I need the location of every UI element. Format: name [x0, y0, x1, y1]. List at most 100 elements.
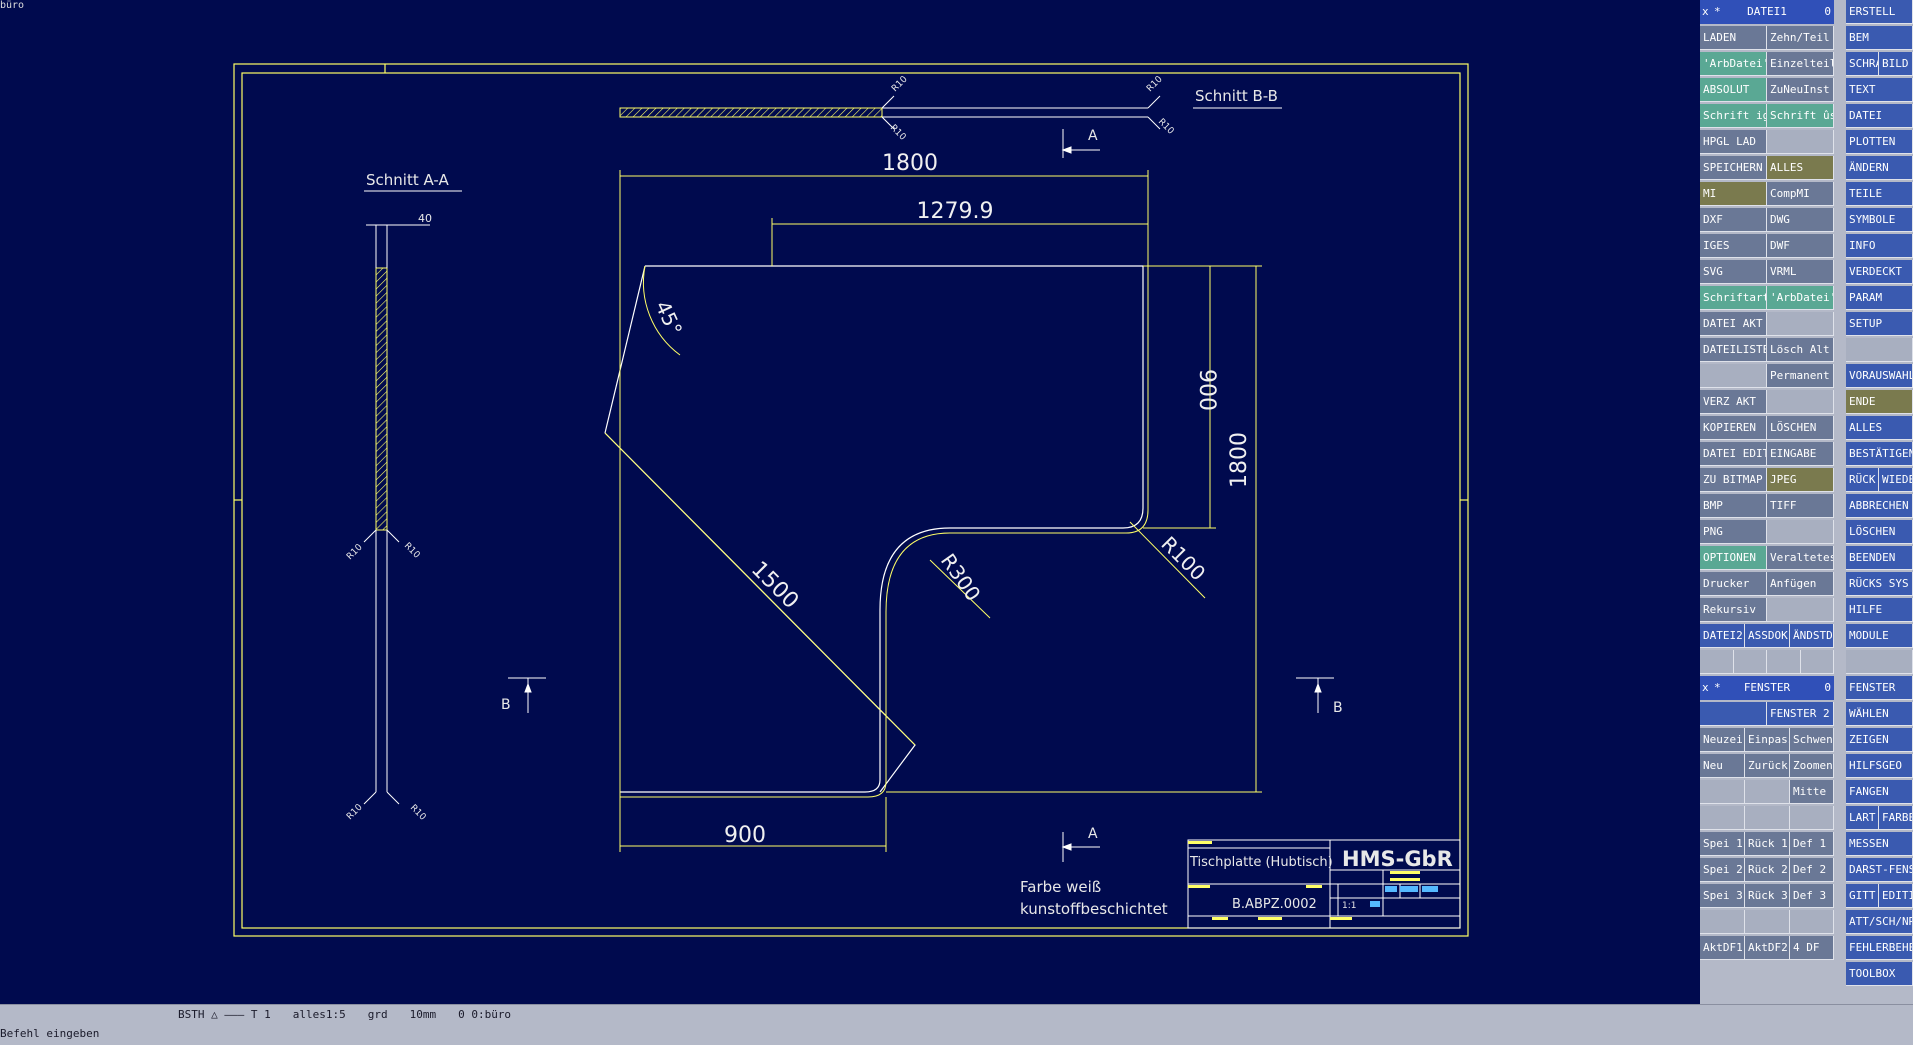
menu-button-param[interactable]: PARAM: [1846, 286, 1913, 310]
menu-button-abbrechen[interactable]: ABBRECHEN: [1846, 494, 1913, 518]
menu-button-toolbox[interactable]: TOOLBOX: [1846, 962, 1913, 986]
menu-button-schra[interactable]: SCHRA: [1846, 52, 1879, 76]
menu-button-arbdatei[interactable]: 'ArbDatei': [1700, 52, 1767, 76]
menu-button-zeigen[interactable]: ZEIGEN: [1846, 728, 1913, 752]
menu-button-absolut[interactable]: ABSOLUT: [1700, 78, 1767, 102]
menu-button-lart[interactable]: LART: [1846, 806, 1879, 830]
menu-button-compmi[interactable]: CompMI: [1767, 182, 1834, 206]
menu-button-gitt[interactable]: GITT: [1846, 884, 1879, 908]
datei1-menu-header[interactable]: x * DATEI1 0: [1700, 0, 1834, 24]
menu-button-ende[interactable]: ENDE: [1846, 390, 1913, 414]
menu-button-zu-bitmap[interactable]: ZU BITMAP: [1700, 468, 1767, 492]
menu-button-eingabe[interactable]: EINGABE: [1767, 442, 1834, 466]
menu-button-mitte[interactable]: Mitte: [1790, 780, 1834, 804]
drawing-canvas[interactable]: R10 R10 R10 R10 Schnitt B-B Schnitt A-A …: [0, 0, 1700, 1004]
menu-button-fenster-2[interactable]: FENSTER 2: [1767, 702, 1834, 726]
menu-button-vorauswahl[interactable]: VORAUSWAHL: [1846, 364, 1913, 388]
menu-button-schriftart[interactable]: Schriftart: [1700, 286, 1767, 310]
menu-button-hilfe[interactable]: HILFE: [1846, 598, 1913, 622]
menu-button-farbe[interactable]: FARBE: [1879, 806, 1913, 830]
menu-button-zuneuinst[interactable]: ZuNeuInst: [1767, 78, 1834, 102]
menu-button-info[interactable]: INFO: [1846, 234, 1913, 258]
menu-button-datei-akt[interactable]: DATEI AKT: [1700, 312, 1767, 336]
menu-button-optionen[interactable]: OPTIONEN: [1700, 546, 1767, 570]
menu-button-dwg[interactable]: DWG: [1767, 208, 1834, 232]
menu-button-löschen[interactable]: LÖSCHEN: [1767, 416, 1834, 440]
menu-button-dateiliste[interactable]: DATEILISTE: [1700, 338, 1767, 362]
menu-button-schrift-s[interactable]: Schrift ûs: [1767, 104, 1834, 128]
menu-button-png[interactable]: PNG: [1700, 520, 1767, 544]
menu-button-wiede[interactable]: WIEDE: [1879, 468, 1913, 492]
fenster-menu-header[interactable]: x * FENSTER 0: [1700, 676, 1834, 700]
menu-button-einpass[interactable]: Einpass: [1745, 728, 1790, 752]
menu-button-teile[interactable]: TEILE: [1846, 182, 1913, 206]
menu-button-ändern[interactable]: ÄNDERN: [1846, 156, 1913, 180]
menu-button-bild[interactable]: BILD: [1879, 52, 1913, 76]
menu-button-att-sch-nr[interactable]: ATT/SCH/NR: [1846, 910, 1913, 934]
menu-button-schrift-ig[interactable]: Schrift ig: [1700, 104, 1767, 128]
menu-button-anfügen[interactable]: Anfügen: [1767, 572, 1834, 596]
cad-drawing[interactable]: R10 R10 R10 R10 Schnitt B-B Schnitt A-A …: [0, 0, 1700, 1004]
menu-button-rück[interactable]: RÜCK: [1846, 468, 1879, 492]
menu-button-verdeckt[interactable]: VERDECKT: [1846, 260, 1913, 284]
menu-button-hpgl-lad[interactable]: HPGL LAD: [1700, 130, 1767, 154]
menu-button-dxf[interactable]: DXF: [1700, 208, 1767, 232]
menu-button-dwf[interactable]: DWF: [1767, 234, 1834, 258]
menu-button-arbdatei[interactable]: 'ArbDatei': [1767, 286, 1834, 310]
menu-button-ändstd[interactable]: ÄNDSTD: [1790, 624, 1834, 648]
menu-button-bestätigen[interactable]: BESTÄTIGEN: [1846, 442, 1913, 466]
menu-button-zurück[interactable]: Zurück: [1745, 754, 1790, 778]
menu-button-module[interactable]: MODULE: [1846, 624, 1913, 648]
menu-button-spei-2[interactable]: Spei 2: [1700, 858, 1745, 882]
menu-button-lösch-alt[interactable]: Lösch Alt: [1767, 338, 1834, 362]
menu-button-bem[interactable]: BEM: [1846, 26, 1913, 50]
menu-button-datei2[interactable]: DATEI2: [1700, 624, 1745, 648]
menu-button-permanent[interactable]: Permanent: [1767, 364, 1834, 388]
menu-button-spei-1[interactable]: Spei 1: [1700, 832, 1745, 856]
menu-button-aktdf2[interactable]: AktDF2: [1745, 936, 1790, 960]
menu-button-rück-2[interactable]: Rück 2: [1745, 858, 1790, 882]
menu-button-def-2[interactable]: Def 2: [1790, 858, 1834, 882]
menu-button-plotten[interactable]: PLOTTEN: [1846, 130, 1913, 154]
menu-button-veraltetes[interactable]: Veraltetes: [1767, 546, 1834, 570]
menu-button-editi[interactable]: EDITI: [1879, 884, 1913, 908]
menu-button-löschen[interactable]: LÖSCHEN: [1846, 520, 1913, 544]
menu-button-fehlerbehe[interactable]: FEHLERBEHE: [1846, 936, 1913, 960]
menu-button-text[interactable]: TEXT: [1846, 78, 1913, 102]
menu-button-datei-edit[interactable]: DATEI EDIT: [1700, 442, 1767, 466]
menu-button-bmp[interactable]: BMP: [1700, 494, 1767, 518]
menu-button-4-df[interactable]: 4 DF: [1790, 936, 1834, 960]
menu-button-darst-fens[interactable]: DARST-FENS: [1846, 858, 1913, 882]
menu-button-rück-3[interactable]: Rück 3: [1745, 884, 1790, 908]
menu-button-def-1[interactable]: Def 1: [1790, 832, 1834, 856]
menu-button-svg[interactable]: SVG: [1700, 260, 1767, 284]
menu-button-neu[interactable]: Neu: [1700, 754, 1745, 778]
menu-button-verz-akt[interactable]: VERZ AKT: [1700, 390, 1767, 414]
menu-button-alles[interactable]: ALLES: [1846, 416, 1913, 440]
menu-button-jpeg[interactable]: JPEG: [1767, 468, 1834, 492]
menu-button-spei-3[interactable]: Spei 3: [1700, 884, 1745, 908]
menu-button-drucker[interactable]: Drucker: [1700, 572, 1767, 596]
menu-button-rücks-sys[interactable]: RÜCKS SYS: [1846, 572, 1913, 596]
menu-button-rück-1[interactable]: Rück 1: [1745, 832, 1790, 856]
menu-button-schwen[interactable]: Schwen: [1790, 728, 1834, 752]
menu-button-messen[interactable]: MESSEN: [1846, 832, 1913, 856]
menu-button-wählen[interactable]: WÄHLEN: [1846, 702, 1913, 726]
menu-button-datei[interactable]: DATEI: [1846, 104, 1913, 128]
menu-button-einzelteil[interactable]: Einzelteil: [1767, 52, 1834, 76]
menu-button-def-3[interactable]: Def 3: [1790, 884, 1834, 908]
menu-button-fenster[interactable]: FENSTER: [1846, 676, 1913, 700]
menu-button-iges[interactable]: IGES: [1700, 234, 1767, 258]
menu-button-zehn-teil[interactable]: Zehn/Teil: [1767, 26, 1834, 50]
menu-button-tiff[interactable]: TIFF: [1767, 494, 1834, 518]
menu-button-rekursiv[interactable]: Rekursiv: [1700, 598, 1767, 622]
menu-button-symbole[interactable]: SYMBOLE: [1846, 208, 1913, 232]
menu-button-hilfsgeo[interactable]: HILFSGEO: [1846, 754, 1913, 778]
menu-button-setup[interactable]: SETUP: [1846, 312, 1913, 336]
menu-button-erstell[interactable]: ERSTELL: [1846, 0, 1913, 24]
menu-button-laden[interactable]: LADEN: [1700, 26, 1767, 50]
menu-button-alles[interactable]: ALLES: [1767, 156, 1834, 180]
menu-button-beenden[interactable]: BEENDEN: [1846, 546, 1913, 570]
menu-button-speichern[interactable]: SPEICHERN: [1700, 156, 1767, 180]
menu-button-aktdf1[interactable]: AktDF1: [1700, 936, 1745, 960]
